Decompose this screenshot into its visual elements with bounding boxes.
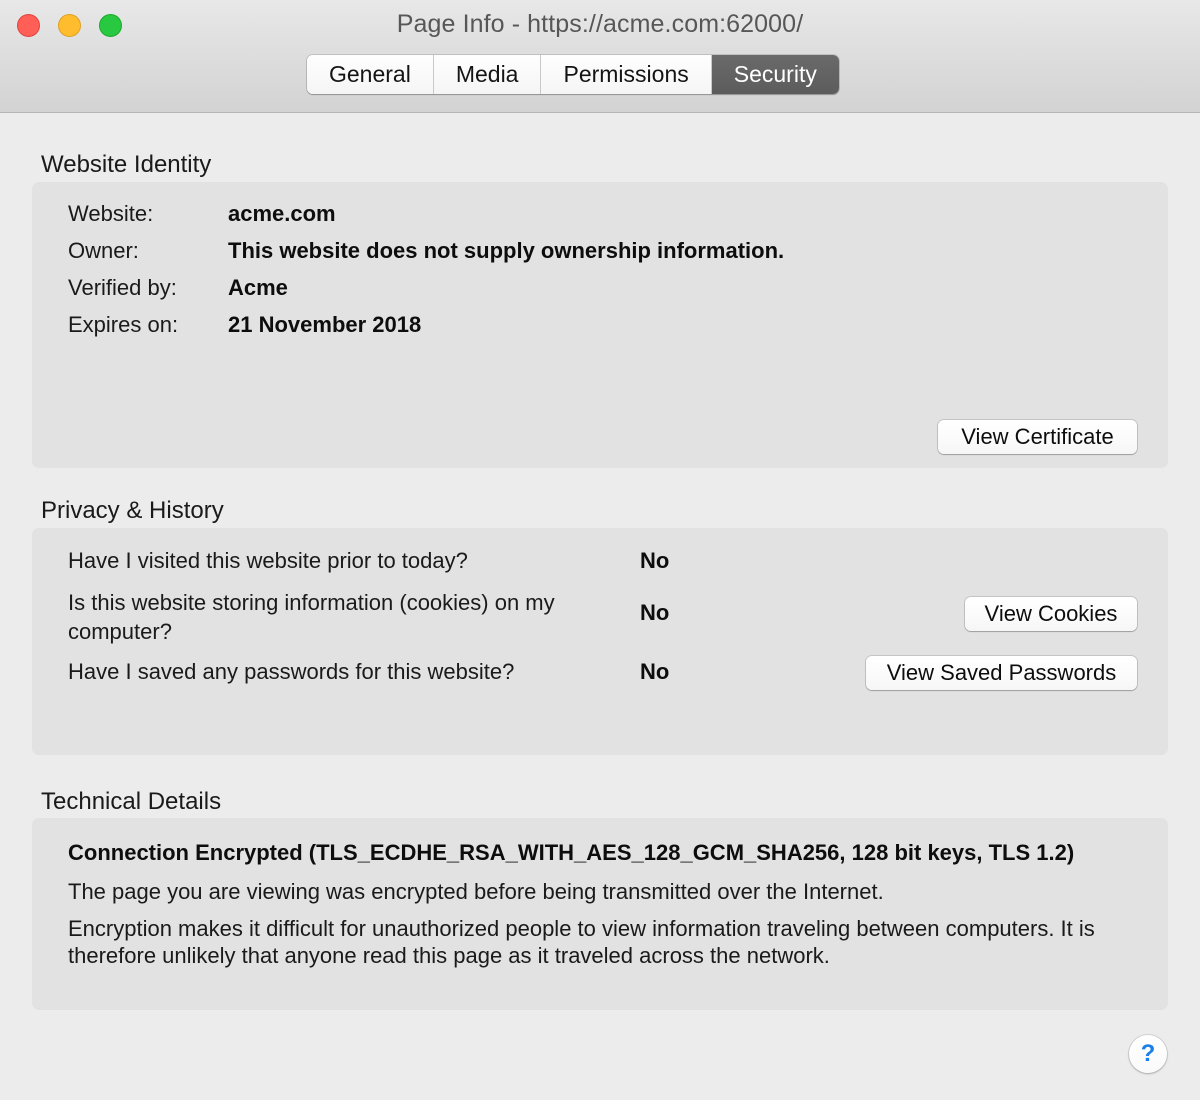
privacy-answer-passwords: No <box>640 659 669 685</box>
identity-label-expires-on: Expires on: <box>68 312 228 338</box>
tab-security[interactable]: Security <box>712 55 839 94</box>
privacy-answer-cookies: No <box>640 600 669 626</box>
identity-label-verified-by: Verified by: <box>68 275 228 301</box>
identity-label-website: Website: <box>68 201 228 227</box>
view-cookies-button[interactable]: View Cookies <box>965 597 1137 631</box>
website-identity-heading: Website Identity <box>41 151 211 179</box>
privacy-history-panel: Have I visited this website prior to tod… <box>32 528 1168 755</box>
website-identity-rows: Website: acme.com Owner: This website do… <box>68 201 784 349</box>
identity-row-owner: Owner: This website does not supply owne… <box>68 238 784 275</box>
tab-bar: General Media Permissions Security <box>307 55 839 94</box>
question-mark-icon: ? <box>1141 1040 1156 1068</box>
identity-row-verified-by: Verified by: Acme <box>68 275 784 312</box>
technical-details-panel: Connection Encrypted (TLS_ECDHE_RSA_WITH… <box>32 818 1168 1010</box>
help-button[interactable]: ? <box>1129 1035 1167 1073</box>
privacy-question-cookies: Is this website storing information (coo… <box>68 588 608 646</box>
identity-value-expires-on: 21 November 2018 <box>228 312 421 338</box>
window-titlebar: Page Info - https://acme.com:62000/ Gene… <box>0 0 1200 113</box>
connection-status-text: Connection Encrypted (TLS_ECDHE_RSA_WITH… <box>68 839 1138 866</box>
window-title: Page Info - https://acme.com:62000/ <box>0 10 1200 39</box>
identity-value-verified-by: Acme <box>228 275 288 301</box>
identity-row-website: Website: acme.com <box>68 201 784 238</box>
privacy-history-heading: Privacy & History <box>41 497 224 525</box>
tab-permissions[interactable]: Permissions <box>541 55 711 94</box>
technical-paragraph-2: Encryption makes it difficult for unauth… <box>68 915 1138 969</box>
website-identity-panel: Website: acme.com Owner: This website do… <box>32 182 1168 468</box>
technical-paragraph-1: The page you are viewing was encrypted b… <box>68 878 1138 905</box>
view-saved-passwords-button[interactable]: View Saved Passwords <box>866 656 1137 690</box>
security-panel-content: Website Identity Website: acme.com Owner… <box>0 113 1200 1100</box>
identity-label-owner: Owner: <box>68 238 228 264</box>
view-certificate-button[interactable]: View Certificate <box>938 420 1137 454</box>
technical-details-heading: Technical Details <box>41 788 221 816</box>
privacy-answer-visited: No <box>640 548 669 574</box>
identity-row-expires-on: Expires on: 21 November 2018 <box>68 312 784 349</box>
identity-value-owner: This website does not supply ownership i… <box>228 238 784 264</box>
identity-value-website: acme.com <box>228 201 336 227</box>
tab-general[interactable]: General <box>307 55 434 94</box>
privacy-question-passwords: Have I saved any passwords for this webs… <box>68 659 608 685</box>
tab-media[interactable]: Media <box>434 55 542 94</box>
privacy-question-visited: Have I visited this website prior to tod… <box>68 548 608 574</box>
